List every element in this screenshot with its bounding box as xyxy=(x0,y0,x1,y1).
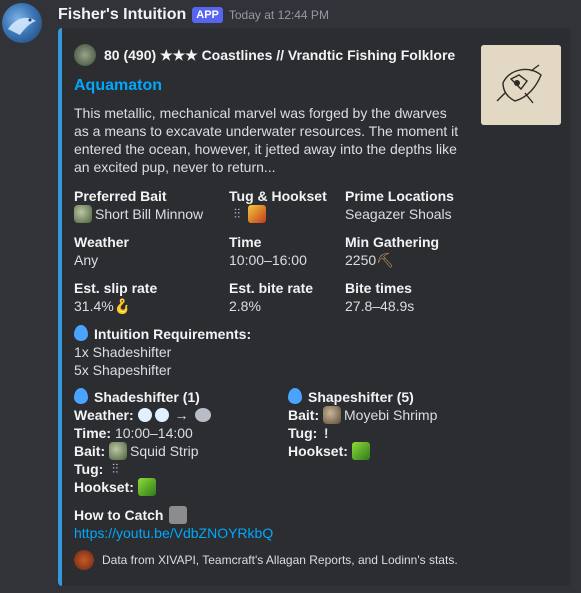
how-to-catch-title: How to Catch xyxy=(74,507,164,523)
tug-label: Tug: xyxy=(288,425,318,441)
field-bite-times: Bite times 27.8–48.9s xyxy=(345,279,414,315)
footer-text: Data from XIVAPI, Teamcraft's Allagan Re… xyxy=(102,553,458,567)
bait-label: Bait: xyxy=(288,407,320,423)
message-header: Fisher's Intuition APP Today at 12:44 PM xyxy=(58,5,329,25)
hookset-label: Hookset: xyxy=(74,479,134,495)
intuition-requirements: Intuition Requirements: 1x Shadeshifter … xyxy=(74,325,251,379)
field-value: Any xyxy=(74,252,99,268)
time-value: 10:00–14:00 xyxy=(114,425,193,441)
intuition-line: 5x Shapeshifter xyxy=(74,362,172,378)
intuition-icon xyxy=(74,325,88,341)
field-value: 10:00–16:00 xyxy=(229,252,307,268)
embed-author-name: 80 (490) ★★★ Coastlines // Vrandtic Fish… xyxy=(104,46,456,63)
app-tag: APP xyxy=(192,7,223,23)
shrimp-icon xyxy=(323,406,342,424)
field-name: Bite times xyxy=(345,280,412,296)
tug-label: Tug: xyxy=(74,461,104,477)
pickaxe-icon: ⛏ xyxy=(376,252,394,268)
field-weather: Weather Any xyxy=(74,233,129,269)
clouds-icon xyxy=(194,408,211,422)
field-preferred-bait: Preferred Bait Short Bill Minnow xyxy=(74,187,203,223)
how-to-catch: How to Catch https://youtu.be/VdbZNOYRkb… xyxy=(74,506,273,542)
how-to-catch-link[interactable]: https://youtu.be/VdbZNOYRkbQ xyxy=(74,525,273,541)
intuition-icon xyxy=(288,388,302,404)
embed-footer: Data from XIVAPI, Teamcraft's Allagan Re… xyxy=(74,550,458,570)
fair-skies-icon xyxy=(154,408,169,422)
intuition-title: Intuition Requirements: xyxy=(94,326,252,342)
field-value: 27.8–48.9s xyxy=(345,298,415,314)
hookset-label: Hookset: xyxy=(288,443,348,459)
message: Fisher's Intuition APP Today at 12:44 PM… xyxy=(0,0,581,593)
shapeshifter-block: Shapeshifter (5) Bait: Moyebi Shrimp Tug… xyxy=(288,388,437,460)
intuition-icon xyxy=(74,388,88,404)
field-time: Time 10:00–16:00 xyxy=(229,233,307,269)
squid-strip-icon xyxy=(109,442,128,460)
field-min-gathering: Min Gathering 2250 ⛏ xyxy=(345,233,439,269)
field-name: Min Gathering xyxy=(345,234,440,250)
minnow-icon xyxy=(74,205,92,223)
powerful-hookset-icon xyxy=(248,205,266,223)
shadeshifter-block: Shadeshifter (1) Weather: → Time: 10:00–… xyxy=(74,388,211,496)
bait-value: Squid Strip xyxy=(130,443,199,459)
field-name: Time xyxy=(229,234,262,250)
timestamp[interactable]: Today at 12:44 PM xyxy=(229,8,329,22)
embed-description: This metallic, mechanical marvel was for… xyxy=(74,105,459,175)
field-bite-rate: Est. bite rate 2.8% xyxy=(229,279,313,315)
tug-heavy-icon: ⫶⫶ xyxy=(107,460,124,478)
shapeshifter-title: Shapeshifter (5) xyxy=(308,389,414,405)
fish-image[interactable] xyxy=(481,45,561,125)
tug-heavy-icon: ⫶⫶ xyxy=(229,205,245,223)
username[interactable]: Fisher's Intuition xyxy=(58,6,186,24)
field-value: Seagazer Shoals xyxy=(345,206,452,222)
field-value: 31.4% xyxy=(74,298,114,314)
field-name: Weather xyxy=(74,234,129,250)
field-slip-rate: Est. slip rate 31.4% 🪝 xyxy=(74,279,157,315)
tug-light-icon: ! xyxy=(323,425,329,441)
embed-title[interactable]: Aquamaton xyxy=(74,77,162,95)
footer-icon xyxy=(74,550,94,570)
field-prime-locations: Prime Locations Seagazer Shoals xyxy=(345,187,454,223)
slip-icon: 🪝 xyxy=(113,298,132,314)
clear-skies-icon xyxy=(137,408,152,422)
precision-hookset-icon xyxy=(351,442,370,460)
bait-label: Bait: xyxy=(74,443,106,459)
arrow-icon: → xyxy=(174,407,189,423)
intuition-line: 1x Shadeshifter xyxy=(74,344,172,360)
weather-label: Weather: xyxy=(74,407,134,423)
precision-hookset-icon xyxy=(137,478,156,496)
time-label: Time: xyxy=(74,425,112,441)
field-value: 2.8% xyxy=(229,298,261,314)
field-name: Tug & Hookset xyxy=(229,188,327,204)
embed: 80 (490) ★★★ Coastlines // Vrandtic Fish… xyxy=(58,28,571,586)
fish-thumbnail-icon xyxy=(74,44,96,66)
field-name: Est. bite rate xyxy=(229,280,314,296)
bait-value: Moyebi Shrimp xyxy=(344,407,438,423)
field-tug-hookset: Tug & Hookset ⫶⫶ xyxy=(229,187,327,223)
video-icon xyxy=(169,506,188,524)
field-value: Short Bill Minnow xyxy=(95,206,204,222)
field-name: Preferred Bait xyxy=(74,188,167,204)
shadeshifter-title: Shadeshifter (1) xyxy=(94,389,200,405)
field-name: Prime Locations xyxy=(345,188,454,204)
field-name: Est. slip rate xyxy=(74,280,158,296)
bot-avatar[interactable] xyxy=(2,3,42,43)
embed-author: 80 (490) ★★★ Coastlines // Vrandtic Fish… xyxy=(74,44,455,66)
field-value: 2250 xyxy=(345,252,377,268)
